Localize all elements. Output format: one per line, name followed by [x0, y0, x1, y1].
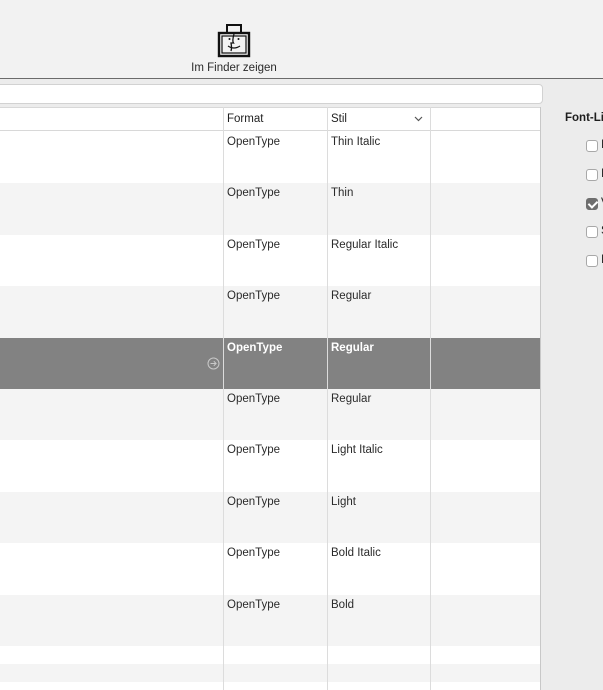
cell-format: OpenType [227, 444, 281, 457]
finder-icon [217, 24, 251, 58]
arrow-circle-right-icon[interactable] [207, 357, 220, 370]
chevron-down-icon[interactable] [414, 114, 423, 123]
search-bar [0, 80, 545, 104]
table-row-empty [0, 682, 540, 690]
cell-style: Regular Italic [331, 238, 399, 251]
font-list-checkbox[interactable] [586, 198, 598, 210]
cell-format: OpenType [227, 392, 281, 405]
cell-style: Bold [331, 598, 355, 611]
table-body: OpenType Thin Italic OpenType Thin OpenType R… [0, 132, 540, 690]
cell-style: Bold Italic [331, 547, 381, 560]
table-row[interactable]: OpenType Light Italic [0, 440, 540, 491]
column-header-style[interactable]: Stil [331, 113, 347, 125]
table-header: Format Stil [0, 107, 540, 131]
show-in-finder-label: Im Finder zeigen [191, 62, 277, 74]
cell-style: Regular [331, 341, 374, 354]
column-divider [223, 107, 224, 690]
table-row[interactable]: OpenType Bold Italic [0, 543, 540, 594]
cell-format: OpenType [227, 290, 281, 303]
cell-style: Regular [331, 290, 372, 303]
table-row-empty [0, 646, 540, 664]
cell-format: OpenType [227, 495, 281, 508]
table-row[interactable]: OpenType Regular [0, 388, 540, 441]
cell-style: Light [331, 495, 356, 508]
table-row[interactable]: OpenType Regular [0, 286, 540, 338]
table-row-empty [0, 663, 540, 682]
toolbar: Im Finder zeigen [0, 0, 603, 79]
font-list-checkbox[interactable] [586, 226, 598, 238]
table-row[interactable]: OpenType Regular [0, 337, 540, 389]
column-header-format[interactable]: Format [227, 113, 263, 125]
cell-style: Regular [331, 392, 372, 405]
table-row[interactable]: OpenType Regular Italic [0, 235, 540, 286]
table-row[interactable]: OpenType Bold [0, 594, 540, 646]
table-row[interactable]: OpenType Light [0, 491, 540, 544]
cell-format: OpenType [227, 341, 283, 354]
font-list-sidebar: Font-Li IIVSI [541, 104, 603, 690]
table-row[interactable]: OpenType Thin Italic [0, 132, 540, 183]
font-list-checkbox[interactable] [586, 140, 598, 152]
column-divider [430, 107, 431, 690]
cell-format: OpenType [227, 136, 281, 148]
search-input[interactable] [0, 84, 543, 104]
font-list-checkbox[interactable] [586, 169, 598, 181]
cell-style: Light Italic [331, 444, 383, 457]
cell-format: OpenType [227, 547, 281, 560]
sidebar-title: Font-Li [565, 112, 603, 124]
cell-style: Thin [331, 187, 354, 200]
cell-format: OpenType [227, 598, 281, 611]
font-list-checkbox[interactable] [586, 255, 598, 267]
cell-format: OpenType [227, 238, 281, 251]
column-divider [327, 107, 328, 690]
font-table: Format Stil OpenType Thin Italic OpenType T… [0, 107, 541, 690]
table-row[interactable]: OpenType Thin [0, 183, 540, 235]
cell-format: OpenType [227, 187, 281, 200]
show-in-finder-button[interactable]: Im Finder zeigen [184, 24, 284, 76]
cell-style: Thin Italic [331, 136, 381, 148]
